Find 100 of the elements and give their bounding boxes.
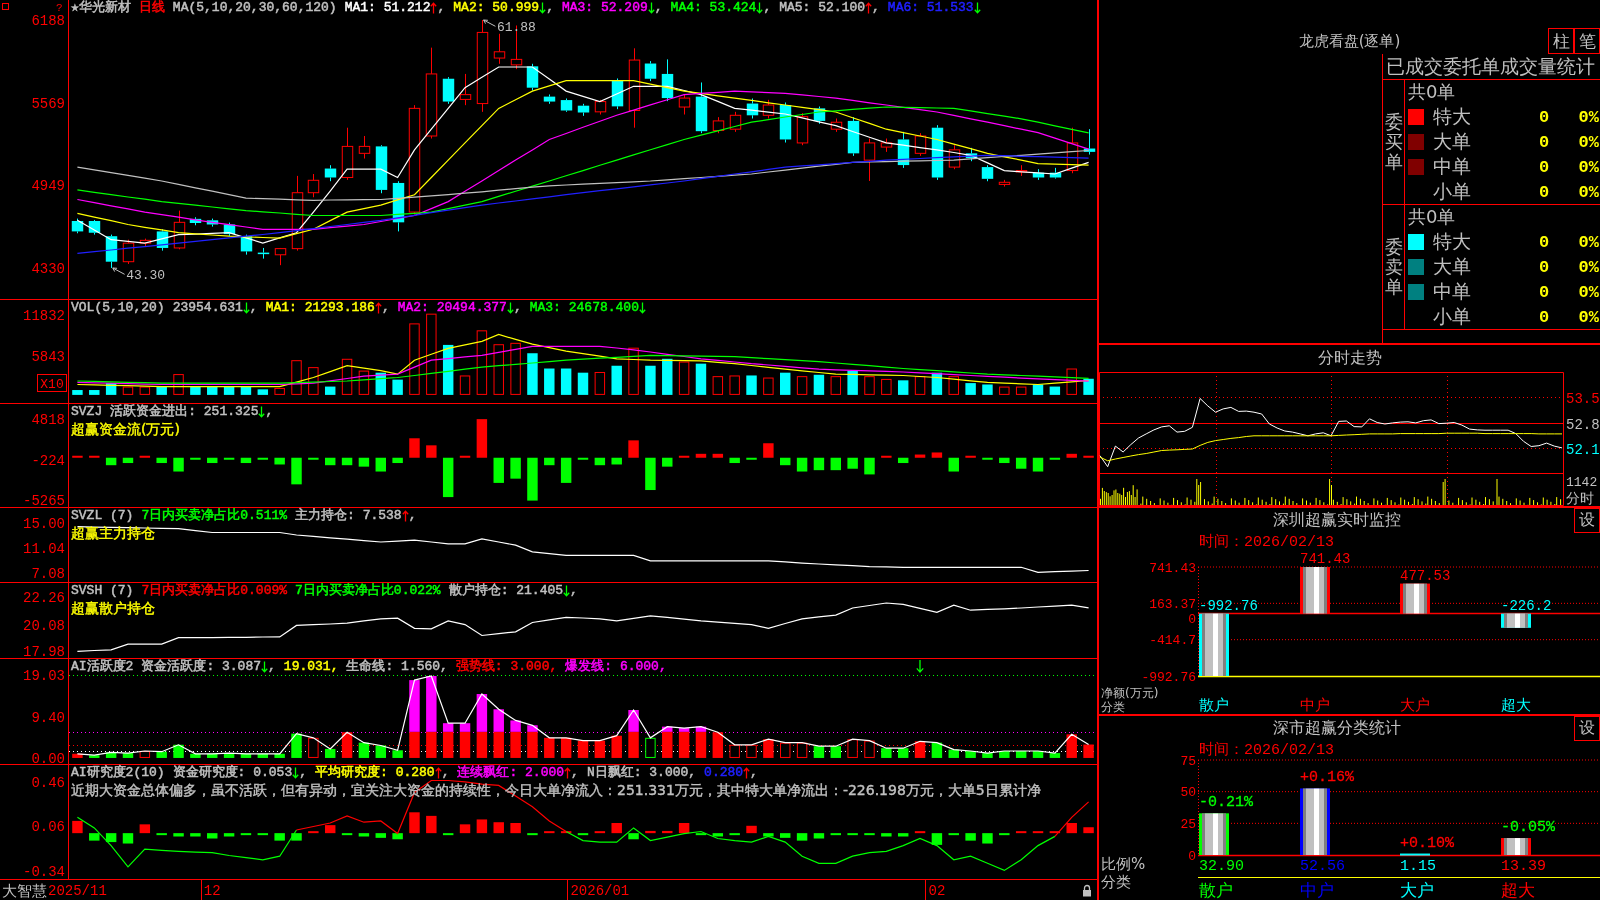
candlestick [358, 135, 371, 160]
axis-label: -414.7 [1149, 633, 1196, 649]
pane-label: 分时 [1566, 490, 1594, 506]
comma-text: , [571, 766, 579, 780]
value-label: 52.56 [1300, 858, 1345, 875]
comma-text: , [268, 660, 276, 674]
axis-label: 22.26 [23, 590, 65, 607]
legend-text: MA2: 20494.377 [397, 301, 507, 315]
candlestick [1032, 168, 1045, 181]
chart-mode-button[interactable]: 柱 [1548, 28, 1574, 54]
candlestick [948, 144, 961, 170]
axis-label: 0 [1188, 612, 1196, 628]
axis-title: 比例% [1101, 855, 1146, 873]
axis-label: 17.98 [23, 644, 65, 661]
note-text: 超赢散户持仓 [71, 600, 155, 616]
panel-title: 龙虎看盘(逐单) [1298, 31, 1401, 51]
order-count: 0 [1539, 232, 1550, 252]
axis-label: 0.00 [31, 750, 65, 767]
candlestick [206, 218, 219, 228]
order-share: 0% [1578, 282, 1599, 302]
legend-text: MA1: 21293.186 [265, 301, 375, 315]
comma-text: , [763, 1, 772, 15]
timestamp-text: 时间：2026/02/13 [1199, 532, 1334, 551]
category-label: 散户 [1199, 696, 1229, 714]
order-size-label: 中单 [1433, 279, 1471, 304]
legend-text: 资金活跃度: 3.087 [141, 660, 261, 674]
axis-label: 4330 [31, 260, 65, 277]
axis-label: -5265 [23, 492, 65, 509]
legend-text: SVZJ [71, 405, 103, 419]
axis-title: 净额(万元) [1101, 686, 1159, 700]
legend-text: 23954.631 [172, 301, 243, 315]
change-label: -0.21% [1199, 794, 1253, 812]
value-label: -992.76 [1199, 597, 1258, 614]
axis-label: 163.37 [1149, 596, 1196, 612]
note-text: 超赢主力持仓 [71, 525, 155, 541]
legend-text: AI研究度2(10) [71, 766, 165, 780]
legend-text: VOL(5,10,20) [71, 301, 165, 315]
order-share: 0% [1578, 132, 1599, 152]
comma-text: , [513, 301, 522, 315]
axis-title: 分类 [1101, 873, 1131, 891]
settings-button[interactable]: 设 [1574, 508, 1600, 533]
legend-text: MA4: 53.424 [670, 1, 757, 15]
axis-label: 52.1 [1566, 441, 1600, 458]
order-count: 0 [1539, 307, 1550, 327]
candlestick [779, 102, 792, 144]
candlestick [762, 99, 775, 119]
legend-text: 爆发线: 6.000, [565, 660, 667, 674]
candlestick [931, 124, 944, 181]
axis-label: 0.46 [31, 774, 65, 791]
price-extreme-label: 43.30 [126, 267, 166, 283]
candlestick [863, 138, 876, 182]
legend-text: MA3: 24678.400 [529, 301, 639, 315]
comma-text: , [546, 1, 554, 15]
axis-label: 11.04 [23, 541, 65, 558]
axis-label: 11832 [23, 308, 65, 325]
category-label: 大户 [1400, 880, 1434, 900]
candlestick [105, 234, 118, 269]
settings-button[interactable]: 设 [1574, 716, 1600, 741]
legend-text: 0.280 [704, 766, 744, 780]
unit-label: X10 [37, 374, 67, 392]
candlestick [678, 94, 691, 115]
legend-text: 19.031, [283, 660, 339, 674]
category-label: 中户 [1300, 696, 1330, 714]
axis-label: 5843 [31, 348, 65, 365]
axis-label: -0.34 [23, 864, 65, 881]
axis-title: 分类 [1101, 700, 1125, 714]
legend-text: 日线 [138, 1, 165, 15]
order-count: 0 [1539, 282, 1550, 302]
candlestick [257, 247, 270, 260]
legend-text: 资金研究度: 0.053 [172, 766, 293, 780]
axis-label: 6188 [31, 13, 65, 29]
change-label: +0.10% [1400, 834, 1454, 852]
comma-text: , [381, 301, 390, 315]
chart-mode-button[interactable]: 笔 [1574, 28, 1600, 54]
legend-text: 散户持仓: 21.405 [448, 584, 564, 598]
candlestick [88, 219, 101, 236]
order-size-label: 大单 [1433, 129, 1471, 154]
comma-text: , [249, 301, 258, 315]
axis-label: 741.43 [1149, 560, 1196, 576]
legend-text: 7日内买卖净占比0.511% [141, 509, 288, 523]
candlestick [543, 94, 556, 105]
panel-title: 深市超赢分类统计 [1272, 718, 1401, 739]
axis-label: 20.08 [23, 617, 65, 634]
date-label: 12 [203, 883, 221, 899]
axis-label: 15.00 [23, 515, 65, 532]
value-label: 741.43 [1300, 551, 1351, 567]
candlestick [897, 131, 910, 169]
candlestick [442, 76, 455, 105]
candlestick [965, 147, 978, 162]
candlestick [122, 239, 135, 265]
candlestick [493, 33, 506, 65]
help-mark[interactable]: ? [56, 1, 63, 14]
axis-label: 1142 [1566, 475, 1598, 490]
candlestick [1015, 164, 1028, 177]
axis-label: 4818 [31, 412, 65, 429]
value-label: 32.90 [1199, 858, 1244, 875]
candlestick [240, 234, 253, 256]
candlestick [661, 58, 674, 102]
candlestick [847, 116, 860, 157]
candlestick [729, 111, 742, 133]
